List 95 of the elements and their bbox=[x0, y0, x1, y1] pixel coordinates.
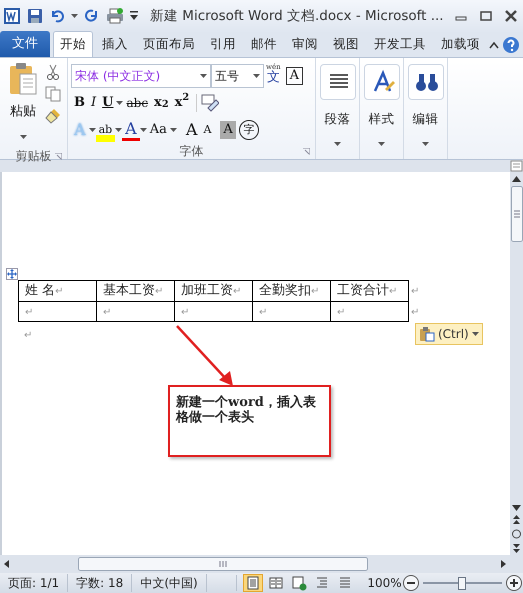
page-count[interactable]: 页面: 1/1 bbox=[0, 574, 68, 592]
ribbon-tab[interactable]: 引用 bbox=[204, 31, 242, 57]
underline-button[interactable]: U bbox=[99, 91, 116, 115]
ribbon-tab[interactable]: 邮件 bbox=[245, 31, 283, 57]
caret-icon[interactable] bbox=[170, 128, 177, 132]
customize-icon[interactable] bbox=[130, 11, 138, 21]
table-cell: ↵ bbox=[96, 301, 174, 322]
grow-font-button[interactable]: A bbox=[182, 118, 200, 142]
group-label[interactable]: 样式 bbox=[368, 110, 394, 129]
cut-icon[interactable] bbox=[45, 64, 61, 80]
font-name-field[interactable]: 宋体 (中文正文) bbox=[71, 64, 211, 88]
zoom-out-icon[interactable] bbox=[402, 574, 420, 592]
table-move-icon[interactable] bbox=[6, 268, 18, 280]
ribbon-tab[interactable]: 视图 bbox=[327, 31, 365, 57]
shrink-font-button[interactable]: A bbox=[200, 118, 214, 142]
caret-icon[interactable] bbox=[88, 128, 96, 132]
ribbon-tab[interactable]: 插入 bbox=[96, 31, 134, 57]
printer-icon[interactable] bbox=[106, 8, 124, 24]
table-cell: ↵ bbox=[330, 301, 408, 322]
ribbon-tab[interactable]: 开始 bbox=[53, 31, 93, 57]
group-label[interactable]: 编辑 bbox=[412, 110, 438, 129]
character-border-button[interactable]: A bbox=[286, 67, 304, 85]
dialog-launcher-icon[interactable] bbox=[55, 153, 62, 160]
paragraph-button[interactable] bbox=[320, 64, 356, 100]
slider-thumb[interactable] bbox=[458, 576, 466, 590]
caret-icon[interactable] bbox=[200, 74, 207, 78]
window-title: 新建 Microsoft Word 文档.docx - Microsoft ... bbox=[150, 6, 444, 26]
paste-button[interactable]: 粘贴 bbox=[0, 58, 42, 147]
clipboard-icon bbox=[419, 326, 435, 342]
ribbon-tab[interactable]: 审阅 bbox=[286, 31, 324, 57]
group-label: 字体 bbox=[180, 144, 204, 158]
help-icon[interactable] bbox=[502, 36, 520, 54]
caret-icon[interactable] bbox=[253, 74, 260, 78]
callout-box: 新建一个word，插入表格做一个表头 bbox=[168, 385, 331, 457]
undo-icon[interactable] bbox=[49, 8, 65, 24]
scroll-thumb[interactable] bbox=[510, 186, 522, 242]
row-end-mark: ↵ bbox=[411, 286, 420, 297]
caret-icon[interactable] bbox=[115, 128, 122, 132]
caret-icon[interactable] bbox=[140, 128, 147, 132]
paragraph-mark: ↵ bbox=[24, 330, 32, 341]
caret-icon[interactable] bbox=[472, 332, 479, 336]
clipboard-icon bbox=[8, 62, 38, 96]
caret-icon[interactable] bbox=[422, 142, 429, 146]
paste-options-button[interactable]: (Ctrl) bbox=[415, 323, 483, 345]
table-cell: 工资合计↵ bbox=[330, 280, 408, 301]
table-cell: ↵ bbox=[18, 301, 96, 322]
font-color-button[interactable]: A bbox=[122, 119, 140, 141]
sup-button[interactable]: x$^{2}$ bbox=[172, 91, 192, 115]
italic-button[interactable]: I bbox=[88, 91, 100, 115]
word-count[interactable]: 字数: 18 bbox=[68, 574, 132, 592]
font-size-field[interactable]: 五号 bbox=[211, 64, 264, 88]
ribbon-tab[interactable]: 加载项 bbox=[435, 31, 486, 57]
table-cell: 全勤奖扣↵ bbox=[252, 280, 330, 301]
format-painter-icon[interactable] bbox=[45, 108, 61, 124]
table-cell: ↵ bbox=[252, 301, 330, 322]
print-layout-icon bbox=[245, 575, 262, 591]
row-end-mark: ↵ bbox=[411, 306, 420, 318]
caret-icon[interactable] bbox=[116, 101, 124, 105]
view-button[interactable] bbox=[243, 574, 264, 592]
ribbon-tab[interactable]: 页面布局 bbox=[137, 31, 201, 57]
table-cell: ↵ bbox=[174, 301, 252, 322]
select-browse-icon[interactable] bbox=[510, 527, 523, 541]
table-cell: 加班工资↵ bbox=[174, 280, 252, 301]
caret-icon[interactable] bbox=[71, 14, 78, 18]
enclose-characters-button[interactable]: 字 bbox=[238, 120, 259, 140]
redo-icon[interactable] bbox=[84, 8, 100, 24]
zoom-level[interactable]: 100% bbox=[367, 574, 402, 592]
save-icon[interactable] bbox=[27, 8, 43, 24]
file-tab[interactable]: 文件 bbox=[0, 31, 50, 57]
clear-formatting-icon[interactable] bbox=[201, 94, 220, 112]
sub-button[interactable]: x$_{2}$ bbox=[151, 91, 172, 115]
zoom-in-icon[interactable] bbox=[505, 574, 523, 592]
caret-icon[interactable] bbox=[334, 142, 341, 146]
strike-button[interactable]: abc bbox=[123, 91, 152, 115]
scroll-thumb[interactable] bbox=[78, 557, 368, 571]
collapse-ribbon-icon[interactable] bbox=[489, 41, 499, 49]
arrow bbox=[176, 325, 233, 386]
app-icon[interactable] bbox=[3, 7, 21, 25]
dialog-launcher-icon[interactable] bbox=[303, 148, 310, 155]
caret-icon[interactable] bbox=[378, 142, 385, 146]
table-cell: 姓 名↵ bbox=[18, 280, 96, 301]
bold-button[interactable]: B bbox=[71, 91, 88, 115]
language-indicator[interactable]: 中文(中国) bbox=[132, 574, 207, 592]
group-label[interactable]: 段落 bbox=[324, 110, 350, 129]
reading-layout-icon bbox=[268, 575, 284, 591]
styles-button[interactable] bbox=[364, 64, 400, 100]
character-shading-button[interactable]: A bbox=[220, 121, 236, 139]
editing-button[interactable] bbox=[408, 64, 444, 100]
ribbon-tab[interactable]: 开发工具 bbox=[368, 31, 432, 57]
copy-icon[interactable] bbox=[45, 86, 61, 102]
caret-icon[interactable] bbox=[20, 134, 26, 139]
change-case-button[interactable]: Aa bbox=[146, 118, 170, 142]
web-layout-icon bbox=[291, 575, 308, 591]
table-cell: 基本工资↵ bbox=[96, 280, 174, 301]
group-label: 剪贴板 bbox=[16, 149, 52, 163]
